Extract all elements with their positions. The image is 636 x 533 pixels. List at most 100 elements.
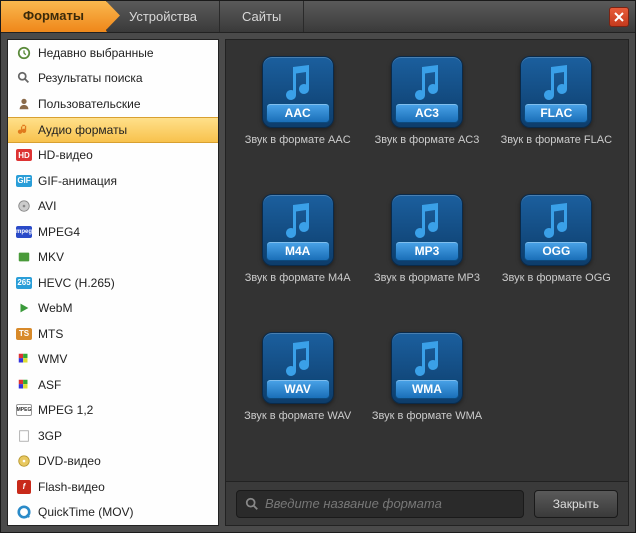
sidebar-item[interactable]: QuickTime (MOV)	[8, 500, 218, 526]
flag-icon	[16, 351, 32, 367]
tab-label: Форматы	[23, 8, 84, 23]
search-icon	[16, 70, 32, 86]
format-item[interactable]: AC3 Звук в формате AC3	[365, 56, 488, 176]
sidebar-item[interactable]: Пользовательские	[8, 91, 218, 117]
265-icon: 265	[16, 275, 32, 291]
music-note-icon	[410, 339, 444, 379]
format-tile-icon: AAC	[262, 56, 334, 128]
sidebar-item[interactable]: WMV	[8, 347, 218, 373]
sidebar-item[interactable]: GIF GIF-анимация	[8, 168, 218, 194]
music-note-icon	[539, 63, 573, 103]
format-item[interactable]: WAV Звук в формате WAV	[236, 332, 359, 452]
search-input[interactable]	[265, 496, 515, 511]
blank-icon	[16, 428, 32, 444]
format-label: Звук в формате OGG	[502, 272, 611, 284]
sidebar-item-label: 3GP	[38, 429, 62, 443]
sidebar-item[interactable]: 3GP	[8, 423, 218, 449]
flag-icon	[16, 377, 32, 393]
disc-icon	[16, 198, 32, 214]
mkv-icon	[16, 249, 32, 265]
mpeg12-icon: MPEG	[16, 402, 32, 418]
tab-label: Сайты	[242, 9, 281, 24]
sidebar-item[interactable]: Недавно выбранные	[8, 40, 218, 66]
window-close-button[interactable]	[609, 7, 629, 27]
sidebar-item[interactable]: mpegMPEG4	[8, 219, 218, 245]
sidebar-item[interactable]: Результаты поиска	[8, 66, 218, 92]
sidebar-item-label: MPEG4	[38, 225, 80, 239]
format-item[interactable]: M4A Звук в формате M4A	[236, 194, 359, 314]
format-tile-icon: OGG	[520, 194, 592, 266]
format-item[interactable]: WMAЗвук в формате WMA	[365, 332, 488, 452]
format-label: Звук в формате WMA	[372, 410, 482, 422]
format-label: Звук в формате AAC	[245, 134, 351, 146]
tab-sites[interactable]: Сайты	[220, 1, 304, 32]
sidebar-item-label: Пользовательские	[38, 97, 141, 111]
format-code-badge: WAV	[266, 379, 330, 399]
flash-icon: f	[16, 479, 32, 495]
dvd-icon	[16, 453, 32, 469]
format-label: Звук в формате M4A	[245, 272, 351, 284]
category-sidebar: Недавно выбранные Результаты поиска Пользо…	[7, 39, 219, 526]
sidebar-item[interactable]: f Flash-видео	[8, 474, 218, 500]
sidebar-item[interactable]: HD HD-видео	[8, 143, 218, 169]
sidebar-item-label: Результаты поиска	[38, 71, 143, 85]
tab-label: Устройства	[129, 9, 197, 24]
qt-icon	[16, 504, 32, 520]
format-tile-icon: MP3	[391, 194, 463, 266]
search-box	[236, 490, 524, 518]
content-footer: Закрыть	[226, 481, 628, 525]
tab-devices[interactable]: Устройства	[107, 1, 220, 32]
sidebar-item[interactable]: ASF	[8, 372, 218, 398]
sidebar-item[interactable]: WebM	[8, 296, 218, 322]
format-code-badge: OGG	[524, 241, 588, 261]
dialog-body: Недавно выбранные Результаты поиска Пользо…	[1, 33, 635, 532]
audio-icon	[16, 122, 32, 138]
play-icon	[16, 300, 32, 316]
hd-icon: HD	[16, 147, 32, 163]
user-icon	[16, 96, 32, 112]
format-code-badge: FLAC	[524, 103, 588, 123]
format-item[interactable]: MP3Звук в формате MP3	[365, 194, 488, 314]
format-item[interactable]: FLACЗвук в формате FLAC	[495, 56, 618, 176]
sidebar-item-label: MKV	[38, 250, 64, 264]
music-note-icon	[281, 63, 315, 103]
tab-bar: Форматы Устройства Сайты	[1, 1, 635, 33]
sidebar-item-label: HEVC (H.265)	[38, 276, 115, 290]
sidebar-item-label: DVD-видео	[38, 454, 101, 468]
sidebar-item-label: HD-видео	[38, 148, 93, 162]
format-tile-icon: M4A	[262, 194, 334, 266]
sidebar-item[interactable]: MPEG MPEG 1,2	[8, 398, 218, 424]
sidebar-item-label: MPEG 1,2	[38, 403, 93, 417]
sidebar-item[interactable]: Аудио форматы	[8, 117, 218, 143]
gif-icon: GIF	[16, 173, 32, 189]
format-tile-icon: FLAC	[520, 56, 592, 128]
clock-icon	[16, 45, 32, 61]
dialog-window: Форматы Устройства Сайты Недавно выбранн…	[0, 0, 636, 533]
search-icon	[245, 497, 259, 511]
close-button[interactable]: Закрыть	[534, 490, 618, 518]
music-note-icon	[539, 201, 573, 241]
tab-formats[interactable]: Форматы	[1, 1, 107, 32]
format-code-badge: AC3	[395, 103, 459, 123]
sidebar-item[interactable]: DVD-видео	[8, 449, 218, 475]
sidebar-item[interactable]: MKV	[8, 245, 218, 271]
sidebar-item-label: Flash-видео	[38, 480, 105, 494]
sidebar-item[interactable]: AVI	[8, 194, 218, 220]
format-tile-icon: AC3	[391, 56, 463, 128]
format-item[interactable]: AAC Звук в формате AAC	[236, 56, 359, 176]
music-note-icon	[410, 201, 444, 241]
sidebar-item[interactable]: 265 HEVC (H.265)	[8, 270, 218, 296]
format-item[interactable]: OGG Звук в формате OGG	[495, 194, 618, 314]
content-panel: AAC Звук в формате AAC AC3 Звук в формате A…	[225, 39, 629, 526]
sidebar-item-label: GIF-анимация	[38, 174, 117, 188]
music-note-icon	[410, 63, 444, 103]
format-code-badge: AAC	[266, 103, 330, 123]
format-label: Звук в формате AC3	[375, 134, 480, 146]
sidebar-item[interactable]: TSMTS	[8, 321, 218, 347]
format-tile-icon: WAV	[262, 332, 334, 404]
sidebar-item-label: Аудио форматы	[38, 123, 127, 137]
sidebar-item-label: ASF	[38, 378, 61, 392]
format-label: Звук в формате WAV	[244, 410, 351, 422]
sidebar-item-label: Недавно выбранные	[38, 46, 154, 60]
format-code-badge: MP3	[395, 241, 459, 261]
